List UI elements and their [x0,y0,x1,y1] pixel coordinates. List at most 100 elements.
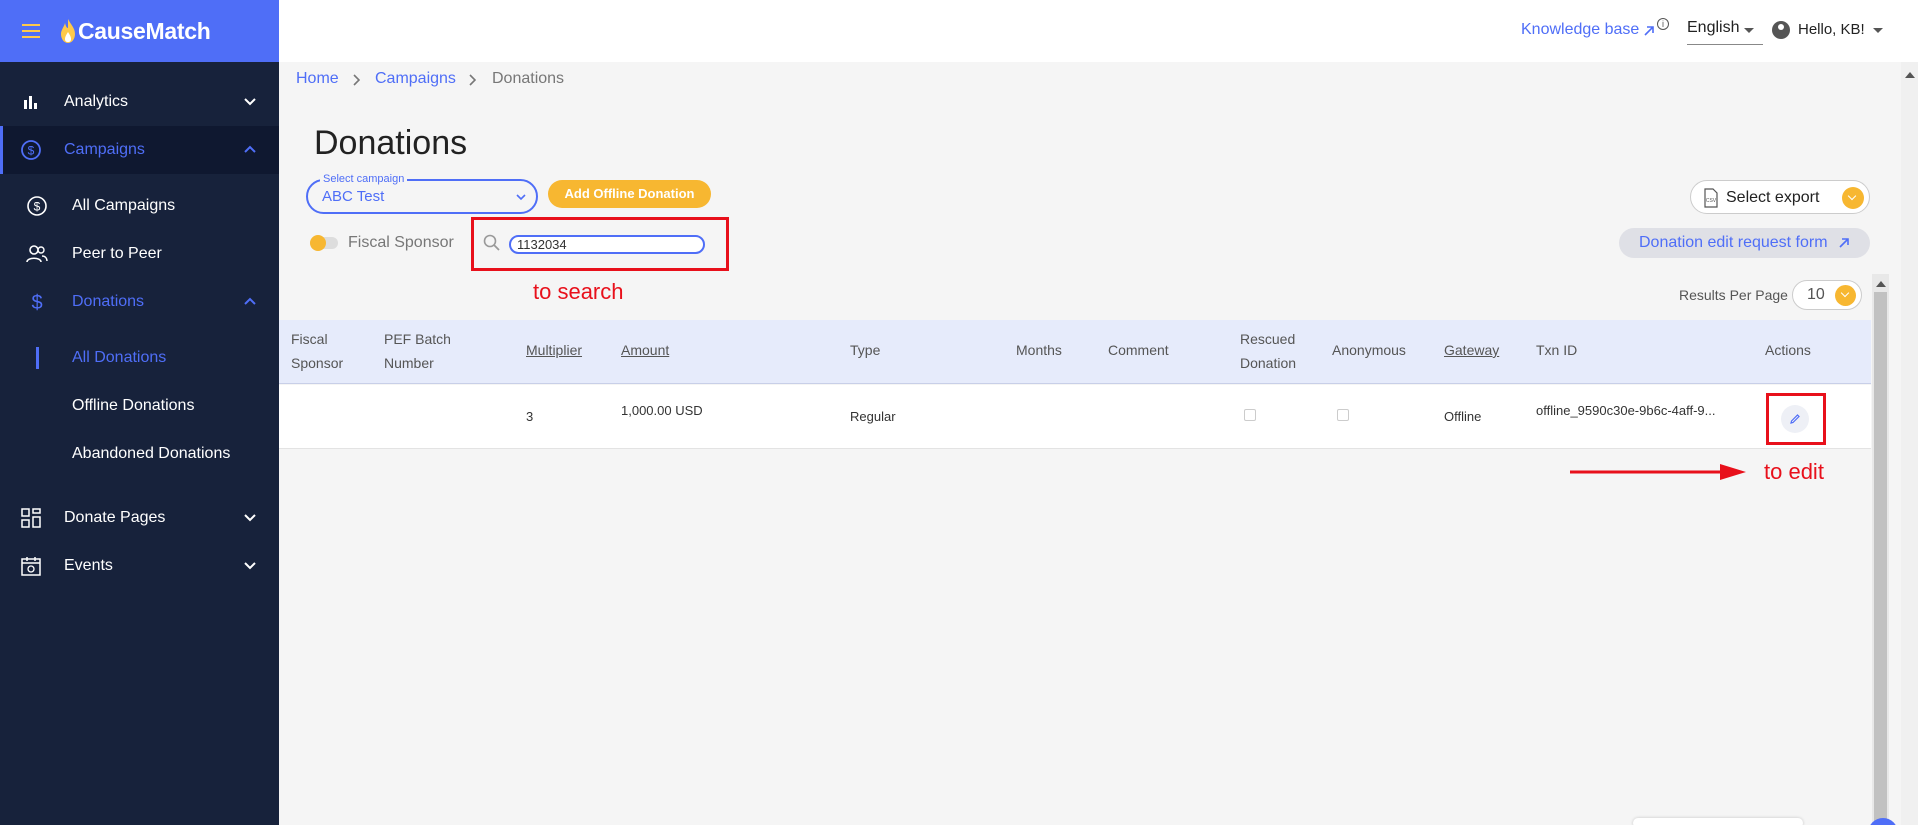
edit-request-label: Donation edit request form [1639,234,1828,251]
results-per-page-select[interactable]: 10 [1792,280,1862,310]
breadcrumb-current: Donations [492,70,565,87]
th-months: Months [1016,342,1062,358]
th-actions: Actions [1765,342,1811,358]
select-export-dropdown[interactable]: CSV Select export [1690,180,1870,214]
th-multiplier[interactable]: Multiplier [526,338,582,362]
sidebar-item-label: Donations [72,293,145,310]
info-icon[interactable]: i [1657,18,1669,30]
page-scrollbar[interactable] [1901,62,1918,825]
sidebar-item-label: Campaigns [64,141,145,158]
sidebar-item-campaigns[interactable]: $ Campaigns [0,126,279,174]
user-greeting[interactable]: Hello, KB! [1798,21,1865,38]
breadcrumb-home[interactable]: Home [296,70,339,88]
sidebar: CauseMatch Analytics $ Campaigns $ All C… [0,0,279,825]
annotation-edit-text: to edit [1764,459,1824,484]
campaign-select-label: Select campaign [320,173,408,185]
caret-down-icon [1744,28,1754,33]
sidebar-item-label: Analytics [64,93,129,110]
results-per-page-value: 10 [1807,286,1825,303]
sidebar-item-all-campaigns[interactable]: $ All Campaigns [0,182,279,230]
account-circle-icon[interactable] [1772,21,1790,39]
results-per-page-label: Results Per Page [1679,287,1788,303]
svg-text:$: $ [31,292,42,313]
cell-multiplier: 3 [526,409,534,424]
select-export-label: Select export [1726,189,1820,206]
fiscal-sponsor-label: Fiscal Sponsor [348,234,454,251]
sidebar-item-label: Donate Pages [64,509,166,526]
cell-gateway: Offline [1444,409,1482,424]
brand-bar: CauseMatch [0,0,279,62]
dollar-icon: $ [26,291,48,313]
people-icon [26,243,48,265]
caret-down-icon[interactable] [1873,28,1883,33]
brand-name: CauseMatch [78,17,211,44]
svg-text:$: $ [34,200,41,214]
annotation-search-text: to search [533,279,624,304]
scroll-up-icon[interactable] [1905,72,1915,78]
chevron-up-icon [244,145,256,153]
breadcrumb-campaigns[interactable]: Campaigns [375,70,456,88]
th-anonymous: Anonymous [1332,342,1406,358]
th-comment: Comment [1108,342,1169,358]
th-pef-2: Number [384,355,434,371]
sidebar-item-label: Peer to Peer [72,245,162,262]
annotation-search-box [471,217,729,271]
knowledge-base-link[interactable]: Knowledge base [1521,21,1639,39]
chevron-down-icon [516,194,526,201]
add-offline-donation-button[interactable]: Add Offline Donation [548,180,711,208]
th-type: Type [850,342,881,358]
flame-logo-icon [61,19,75,43]
cell-txn-id: offline_9590c30e-9b6c-4aff-9... [1536,403,1716,418]
th-rescued-2: Donation [1240,355,1297,371]
th-fiscal-sponsor-2: Sponsor [291,355,344,371]
sidebar-item-peer-to-peer[interactable]: Peer to Peer [0,230,279,278]
external-link-icon [1839,237,1849,248]
chevron-down-icon [1835,285,1856,306]
fiscal-sponsor-toggle[interactable] [310,235,338,251]
chevron-down-icon [244,514,256,522]
annotation-edit-box [1766,393,1826,445]
language-select[interactable]: English [1687,19,1739,37]
campaign-select[interactable]: Select campaign ABC Test [306,173,538,214]
page-title: Donations [314,124,468,162]
language-underline [1687,44,1763,45]
external-link-icon [1644,26,1654,36]
th-fiscal-sponsor-1: Fiscal [291,331,328,347]
floating-panel[interactable] [1633,818,1803,825]
annotation-arrow-icon [1570,464,1746,480]
csv-file-icon: CSV [1704,188,1718,208]
grid-icon [20,507,42,529]
sidebar-item-donations[interactable]: $ Donations [0,278,279,326]
donation-edit-request-form-link[interactable]: Donation edit request form [1619,228,1870,258]
cell-amount: 1,000.00 USD [621,403,703,418]
th-amount[interactable]: Amount [621,338,669,362]
calendar-icon [20,555,42,577]
sidebar-item-offline-donations[interactable]: Offline Donations [72,397,194,415]
sidebar-item-label: Events [64,557,113,574]
th-gateway[interactable]: Gateway [1444,338,1499,362]
sidebar-item-donate-pages[interactable]: Donate Pages [0,494,279,542]
sidebar-item-all-donations[interactable]: All Donations [72,349,166,367]
sidebar-item-abandoned-donations[interactable]: Abandoned Donations [72,445,230,463]
top-bar [279,0,1918,62]
th-pef-1: PEF Batch [384,331,451,347]
chevron-up-icon [244,297,256,305]
anonymous-checkbox[interactable] [1337,409,1349,421]
scroll-up-icon[interactable] [1876,281,1886,287]
rescued-checkbox[interactable] [1244,409,1256,421]
campaign-select-value: ABC Test [322,188,385,205]
chevron-down-icon [1842,187,1864,209]
bar-chart-icon [20,91,42,113]
chevron-right-icon [353,74,360,86]
sidebar-item-events[interactable]: Events [0,542,279,590]
sidebar-item-label: All Campaigns [72,197,176,214]
active-indicator [36,347,39,369]
scrollbar-thumb[interactable] [1874,292,1887,825]
table-header [279,320,1871,384]
dollar-circle-icon: $ [20,139,42,161]
cell-type: Regular [850,409,896,424]
chevron-down-icon [244,562,256,570]
menu-icon[interactable] [22,24,40,38]
sidebar-item-analytics[interactable]: Analytics [0,78,279,126]
svg-text:$: $ [28,144,35,158]
